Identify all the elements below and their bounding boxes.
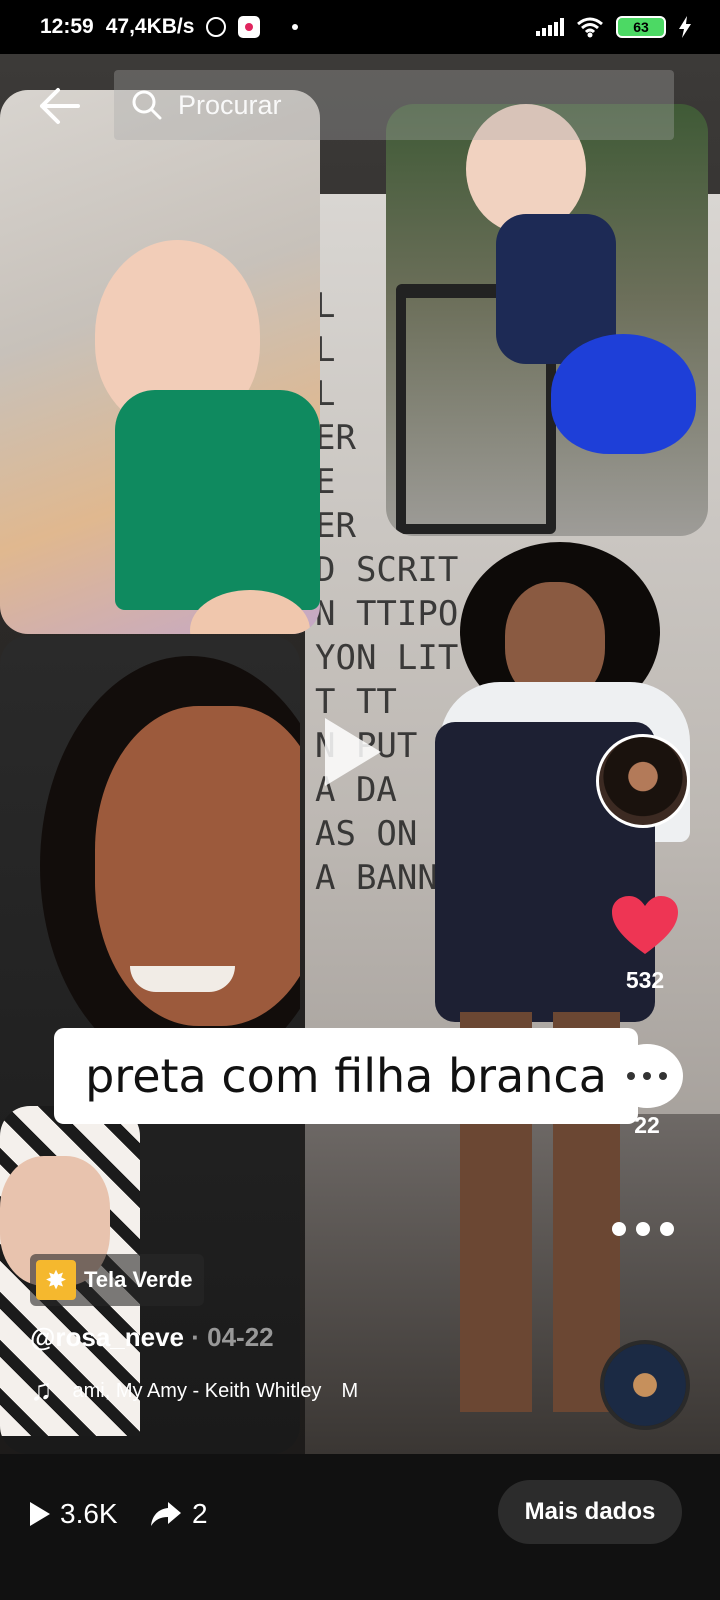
alarm-icon	[206, 17, 227, 37]
search-icon	[132, 90, 162, 120]
caption-text: preta com filha branca	[85, 1049, 607, 1103]
dot-icon	[292, 24, 299, 30]
search-placeholder: Procurar	[178, 89, 282, 120]
author-avatar[interactable]	[596, 734, 690, 828]
status-bar: 12:59 47,4KB/s 63	[0, 0, 720, 54]
signal-icon	[536, 18, 564, 36]
comment-icon	[611, 1044, 683, 1108]
clock: 12:59	[40, 15, 94, 38]
sparkle-icon: ✸	[36, 1260, 76, 1300]
share-stat: 2	[150, 1498, 208, 1530]
like-count: 532	[625, 967, 665, 993]
photo-baby-blue-skirt	[386, 104, 708, 536]
music-title-next: M	[341, 1379, 359, 1402]
share-count: 2	[192, 1498, 208, 1529]
photo-curly-hair-person	[420, 542, 720, 1454]
music-line[interactable]: ♫ ami, My Amy - Keith Whitley M	[30, 1374, 358, 1408]
comment-count: 22	[634, 1112, 660, 1138]
heart-icon	[612, 896, 678, 954]
more-data-button[interactable]: Mais dados	[498, 1480, 682, 1544]
effect-label: Tela Verde	[84, 1267, 193, 1292]
app-icon	[238, 16, 261, 38]
view-count: 3.6K	[60, 1498, 118, 1529]
more-options-icon[interactable]	[612, 1222, 674, 1236]
network-speed: 47,4KB/s	[105, 15, 195, 38]
music-disc-icon[interactable]	[600, 1340, 690, 1430]
play-icon[interactable]	[325, 718, 381, 786]
author-line[interactable]: @rosa_neve · 04-22	[30, 1322, 274, 1353]
author-username[interactable]: @rosa_neve	[30, 1322, 184, 1352]
bottom-bar: 3.6K 2 Mais dados	[0, 1454, 720, 1600]
music-note-icon: ♫	[30, 1374, 53, 1407]
video-caption: preta com filha branca	[54, 1028, 638, 1124]
wifi-icon	[577, 17, 603, 38]
post-date: · 04-22	[191, 1322, 274, 1352]
effect-tag[interactable]: ✸ Tela Verde	[30, 1254, 205, 1306]
charging-icon	[679, 16, 691, 38]
like-button[interactable]: 532	[603, 894, 687, 994]
view-stat: 3.6K	[30, 1498, 118, 1530]
comment-button[interactable]: 22	[605, 1044, 689, 1139]
search-bar[interactable]: Procurar	[114, 70, 674, 140]
play-icon	[30, 1502, 50, 1526]
arrow-left-icon[interactable]	[38, 84, 82, 128]
battery-icon: 63	[616, 16, 666, 38]
photo-baby-green-shirt	[0, 90, 320, 634]
share-icon	[151, 1502, 181, 1526]
music-title: ami, My Amy - Keith Whitley	[72, 1379, 322, 1402]
